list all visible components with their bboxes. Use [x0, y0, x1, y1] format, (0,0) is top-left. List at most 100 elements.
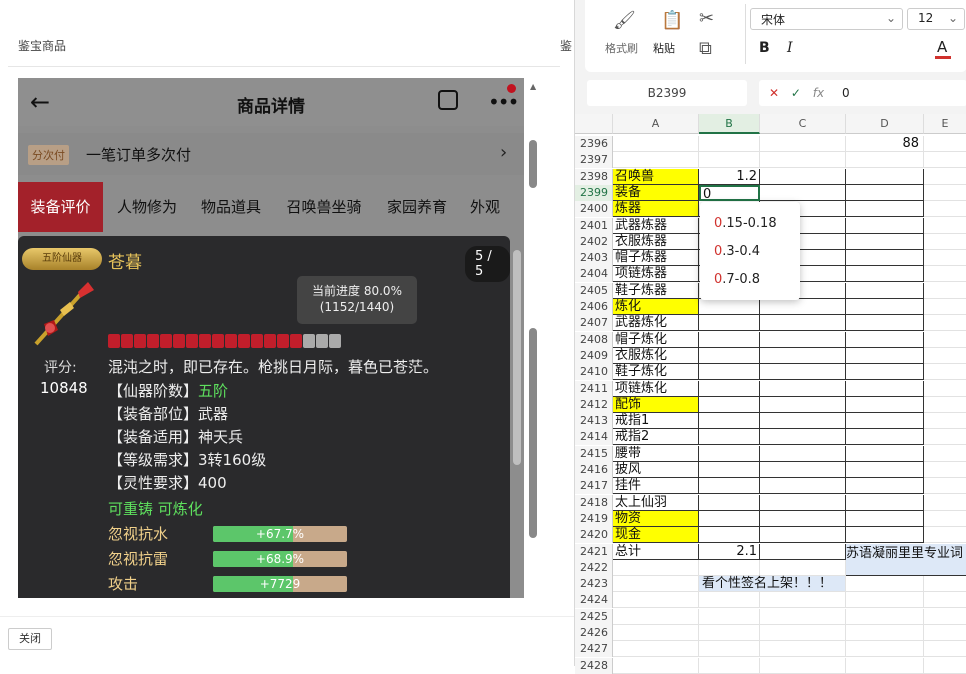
cell-b[interactable]	[699, 559, 760, 576]
cell-d[interactable]	[846, 364, 924, 381]
row-header[interactable]: 2415	[575, 445, 613, 462]
cell-c[interactable]	[760, 494, 846, 511]
column-header[interactable]: A	[613, 114, 699, 134]
font-color-icon[interactable]: A	[937, 38, 947, 56]
row-header[interactable]: 2413	[575, 413, 613, 430]
cell-e[interactable]	[924, 446, 966, 462]
cell-d[interactable]	[846, 429, 924, 446]
cell-a[interactable]: 衣服炼化	[613, 347, 699, 364]
cell-e[interactable]	[924, 609, 966, 625]
row-header[interactable]: 2414	[575, 429, 613, 446]
cell-a[interactable]: 武器炼化	[613, 315, 699, 332]
cell-d[interactable]	[846, 380, 924, 397]
cell-d[interactable]	[846, 184, 924, 201]
cell-a[interactable]	[613, 625, 699, 641]
copy-icon[interactable]: ⧉	[699, 38, 712, 59]
cell-d[interactable]: 88	[846, 136, 924, 152]
cell-b[interactable]	[699, 315, 760, 332]
cell-c[interactable]	[760, 478, 846, 495]
font-select[interactable]: 宋体 ⌄	[750, 8, 903, 30]
cell-e[interactable]	[924, 169, 966, 185]
row-header[interactable]: 2422	[575, 559, 613, 576]
row-header[interactable]: 2418	[575, 494, 613, 511]
cell-e[interactable]	[924, 462, 966, 478]
cell-b[interactable]	[699, 625, 760, 641]
cell-d[interactable]	[846, 396, 924, 413]
column-header[interactable]: B	[699, 114, 760, 134]
cell-b[interactable]	[699, 347, 760, 364]
cell-b[interactable]	[699, 494, 760, 511]
row-header[interactable]: 2423	[575, 576, 613, 593]
cell-b[interactable]	[699, 331, 760, 348]
cell-c[interactable]	[760, 462, 846, 478]
cell-e[interactable]	[924, 381, 966, 397]
cell-e[interactable]	[924, 641, 966, 658]
cell-a[interactable]: 衣服炼器	[613, 233, 699, 250]
cell-a[interactable]: 炼器	[613, 201, 699, 218]
cell-a[interactable]: 配饰	[613, 396, 699, 413]
cell-d[interactable]	[846, 282, 924, 299]
cell-d[interactable]	[846, 510, 924, 527]
cell-a[interactable]	[613, 559, 699, 576]
cell-e[interactable]	[924, 397, 966, 413]
cell-b[interactable]	[699, 396, 760, 413]
cell-b[interactable]	[699, 608, 760, 625]
select-all-corner[interactable]	[575, 114, 613, 134]
row-header[interactable]: 2402	[575, 233, 613, 250]
row-header[interactable]: 2401	[575, 217, 613, 234]
cell-a[interactable]: 腰带	[613, 445, 699, 462]
cell-d[interactable]	[846, 250, 924, 267]
cell-e[interactable]	[924, 576, 966, 593]
name-box[interactable]: B2399	[587, 80, 747, 106]
installment-row[interactable]: 分次付 一笔订单多次付 ›	[18, 133, 524, 175]
paste-icon[interactable]: 📋	[661, 10, 683, 31]
cell-a[interactable]	[613, 592, 699, 609]
cell-b[interactable]	[699, 152, 760, 169]
cell-e[interactable]	[924, 283, 966, 299]
column-header[interactable]: E	[924, 114, 966, 134]
row-header[interactable]: 2412	[575, 396, 613, 413]
cell-e[interactable]	[924, 592, 966, 609]
cell-d[interactable]	[846, 592, 924, 609]
cell-d[interactable]	[846, 445, 924, 462]
cell-b[interactable]: 2.1	[699, 543, 760, 560]
cell-c[interactable]	[760, 445, 846, 462]
cell-e[interactable]	[924, 413, 966, 430]
cell-c[interactable]	[760, 608, 846, 625]
row-header[interactable]: 2425	[575, 608, 613, 625]
cell-e[interactable]	[924, 478, 966, 495]
cell-e[interactable]	[924, 266, 966, 283]
cell-e[interactable]	[924, 495, 966, 511]
cell-a[interactable]	[613, 641, 699, 658]
row-header[interactable]: 2404	[575, 266, 613, 283]
cell-c[interactable]	[760, 527, 846, 544]
cell-a[interactable]: 挂件	[613, 478, 699, 495]
tab-equipment[interactable]: 装备评价	[18, 182, 103, 232]
cell-e[interactable]	[924, 364, 966, 381]
column-header[interactable]: C	[760, 114, 846, 134]
cell-c[interactable]	[760, 380, 846, 397]
cell-c[interactable]	[760, 543, 846, 560]
cell-d[interactable]	[846, 608, 924, 625]
cell-b[interactable]	[699, 136, 760, 152]
row-header[interactable]: 2407	[575, 315, 613, 332]
row-header[interactable]: 2417	[575, 478, 613, 495]
cell-e[interactable]	[924, 185, 966, 201]
card-scrollbar[interactable]	[513, 250, 521, 465]
cell-d[interactable]	[846, 641, 924, 658]
cell-a[interactable]: 鞋子炼器	[613, 282, 699, 299]
cell-b[interactable]: 0	[699, 184, 760, 202]
cell-e[interactable]	[924, 315, 966, 332]
cell-e[interactable]	[924, 250, 966, 267]
fx-icon[interactable]: fx	[813, 86, 824, 100]
cell-b[interactable]: 1.2	[699, 168, 760, 185]
close-button[interactable]: 关闭	[8, 628, 52, 650]
cell-a[interactable]: 戒指2	[613, 429, 699, 446]
tab-summons[interactable]: 召唤兽坐骑	[276, 182, 372, 232]
cell-d[interactable]	[846, 494, 924, 511]
cell-a[interactable]	[613, 152, 699, 169]
cell-c[interactable]	[760, 641, 846, 658]
suggestion-item[interactable]: 0.15-0.18	[714, 216, 777, 231]
cell-c[interactable]	[760, 625, 846, 641]
share-icon[interactable]	[438, 90, 458, 110]
